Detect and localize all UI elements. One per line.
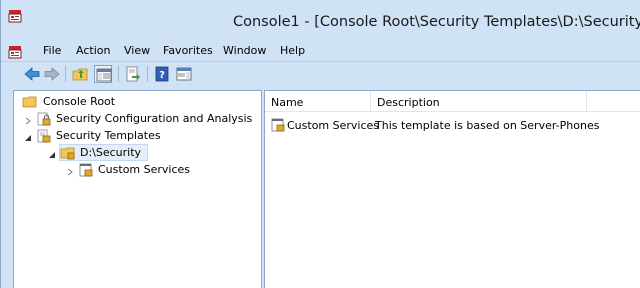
show-hide-tree-icon xyxy=(96,68,112,82)
svg-text:?: ? xyxy=(159,70,165,81)
toolbar-divider xyxy=(147,66,148,82)
menu-file[interactable]: File xyxy=(43,44,61,57)
toolbar-divider xyxy=(118,66,119,82)
export-list-button[interactable] xyxy=(124,65,142,83)
help-icon: ? xyxy=(155,66,169,82)
template-folder-icon xyxy=(60,145,76,161)
menu-help[interactable]: Help xyxy=(280,44,305,57)
forward-button[interactable] xyxy=(43,65,61,83)
tree-item-label: Custom Services xyxy=(98,163,191,176)
security-template-icon xyxy=(270,117,286,133)
export-list-icon xyxy=(126,66,140,82)
tree-item-label: Security Templates xyxy=(56,129,161,142)
collapse-arrow-icon[interactable] xyxy=(48,149,56,158)
action-pane-button[interactable] xyxy=(175,65,193,83)
toolbar-separator xyxy=(1,61,640,62)
menu-favorites[interactable]: Favorites xyxy=(163,44,213,57)
toolbar-divider xyxy=(65,66,66,82)
collapse-arrow-icon[interactable] xyxy=(24,132,32,141)
expand-arrow-icon[interactable] xyxy=(66,166,74,176)
window-title: Console1 - [Console Root\Security Templa… xyxy=(233,14,640,30)
back-button[interactable] xyxy=(23,65,41,83)
list-item-description: This template is based on Server-Phones xyxy=(375,119,600,132)
tree-item-custom-services[interactable]: Custom Services xyxy=(64,162,204,178)
tree-item-console-root[interactable]: Console Root xyxy=(22,94,252,110)
mmc-app-icon[interactable] xyxy=(7,8,23,24)
list-item-name: Custom Services xyxy=(287,119,380,132)
security-lock-icon xyxy=(36,111,52,127)
tree-item-security-configuration[interactable]: Security Configuration and Analysis xyxy=(22,111,257,127)
security-template-icon xyxy=(78,162,94,178)
tree-item-security-templates[interactable]: Security Templates xyxy=(22,128,222,144)
column-header-description[interactable]: Description xyxy=(371,91,587,112)
back-icon xyxy=(24,67,40,81)
list-item[interactable]: Custom Services This template is based o… xyxy=(265,116,640,133)
tree-item-label: Console Root xyxy=(43,95,116,108)
folder-icon xyxy=(22,94,38,110)
details-pane[interactable]: Name Description Custom Services This te… xyxy=(264,90,640,288)
title-bar[interactable]: Console1 - [Console Root\Security Templa… xyxy=(1,0,640,42)
action-pane-icon xyxy=(176,67,192,81)
system-menu-icon[interactable] xyxy=(7,44,23,60)
mmc-window: Console1 - [Console Root\Security Templa… xyxy=(0,0,640,288)
tree-item-label: D:\Security xyxy=(80,146,142,159)
help-button[interactable]: ? xyxy=(153,65,171,83)
tree-item-label: Security Configuration and Analysis xyxy=(56,112,253,125)
tree-pane[interactable]: Console Root Security Configuration and … xyxy=(13,90,262,288)
forward-icon xyxy=(44,67,60,81)
menu-window[interactable]: Window xyxy=(223,44,266,57)
menu-action[interactable]: Action xyxy=(76,44,110,57)
up-one-level-button[interactable] xyxy=(71,65,89,83)
menu-view[interactable]: View xyxy=(124,44,150,57)
up-folder-icon xyxy=(72,68,88,81)
column-header-empty xyxy=(587,91,640,112)
show-hide-tree-button[interactable] xyxy=(94,65,112,83)
tree-item-d-security[interactable]: D:\Security xyxy=(46,144,156,161)
expand-arrow-icon[interactable] xyxy=(24,115,32,125)
security-templates-icon xyxy=(36,128,52,144)
column-header-name[interactable]: Name xyxy=(265,91,371,112)
